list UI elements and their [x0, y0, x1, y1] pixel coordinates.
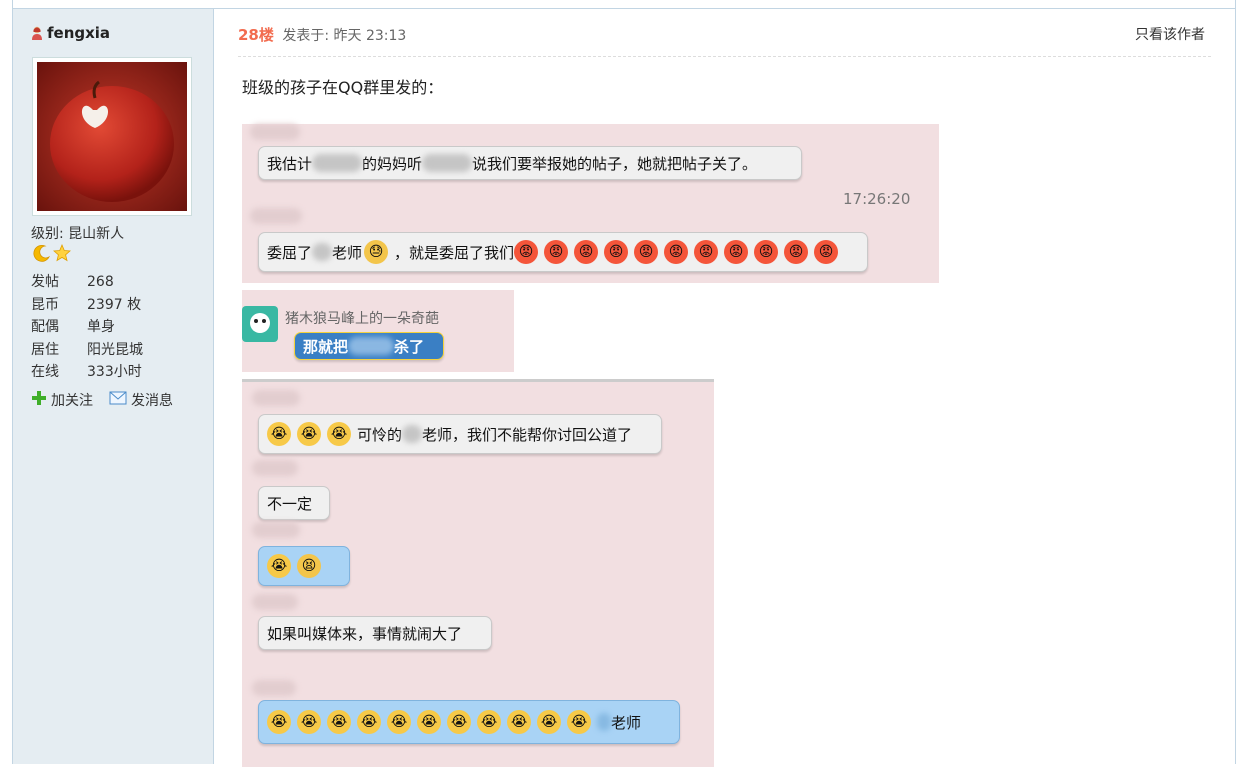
- blurred-name: [597, 713, 611, 731]
- stat-spouse: 配偶 单身: [31, 319, 115, 335]
- post-content-area: 28楼 发表于: 昨天 23:13 只看该作者 班级的孩子在QQ群里发的： 我估…: [214, 9, 1235, 767]
- avatar[interactable]: [32, 57, 192, 216]
- header-divider: [238, 56, 1211, 57]
- only-author-link[interactable]: 只看该作者: [1135, 24, 1205, 44]
- avatar-image: [37, 62, 187, 211]
- author-sidebar: fengxia 级别: 昆山新人 发帖 268 昆币 2397 枚 配偶 单身 …: [13, 9, 214, 764]
- crying-emoji-icon: 😭: [267, 710, 291, 734]
- user-level: 级别: 昆山新人: [31, 226, 125, 242]
- sender-avatar: [242, 306, 278, 342]
- chat-sender-name: 猪木狼马峰上的一朵奇葩: [285, 311, 439, 327]
- angry-emoji-icon: 😡: [754, 240, 779, 264]
- crying-emoji-icon: 😭: [297, 422, 321, 446]
- chat-message: 那就把 杀了: [294, 332, 444, 360]
- chat-message: 不一定: [258, 486, 330, 520]
- stat-posts: 发帖 268: [31, 274, 114, 290]
- angry-emoji-icon: 😡: [784, 240, 809, 264]
- floor-number[interactable]: 28楼: [238, 26, 274, 44]
- envelope-icon: [109, 391, 127, 409]
- crying-emoji-icon: 😭: [267, 554, 291, 578]
- chat-screenshot-1: 我估计 的妈妈听 说我们要举报她的帖子，她就把帖子关了。 17:26:20 委屈…: [242, 124, 939, 283]
- author-name[interactable]: fengxia: [47, 24, 110, 42]
- chat-screenshot-3: 😭 😭 😭 可怜的 老师，我们不能帮你讨回公道了 不一定 😭 😫 如果叫媒体来，…: [242, 379, 714, 767]
- stat-location: 居住 阳光昆城: [31, 341, 143, 358]
- crying-emoji-icon: 😭: [327, 710, 351, 734]
- blurred-name: [312, 243, 333, 261]
- crying-emoji-icon: 😭: [537, 710, 561, 734]
- angry-emoji-icon: 😡: [724, 240, 749, 264]
- send-message-button[interactable]: 发消息: [109, 390, 173, 410]
- crying-emoji-icon: 😭: [507, 710, 531, 734]
- sender-name-blurred: [252, 594, 298, 610]
- author-name-row: fengxia: [31, 24, 110, 42]
- crying-emoji-icon: 😭: [567, 710, 591, 734]
- sender-name-blurred: [252, 522, 300, 538]
- level-badges: [33, 243, 71, 266]
- angry-emoji-icon: 😡: [664, 240, 689, 264]
- crying-emoji-icon: 😭: [447, 710, 471, 734]
- angry-emoji-icon: 😡: [544, 240, 569, 264]
- sweat-emoji-icon: 😓: [364, 240, 389, 264]
- chat-message: 我估计 的妈妈听 说我们要举报她的帖子，她就把帖子关了。: [258, 146, 802, 180]
- sender-name-blurred: [252, 460, 298, 476]
- star-icon: [53, 243, 71, 266]
- user-actions: 加关注 发消息: [31, 390, 173, 410]
- post-time: 发表于: 昨天 23:13: [282, 28, 407, 44]
- chat-message: 😭 😭 😭 😭 😭 😭 😭 😭 😭 😭 😭 老师: [258, 700, 680, 744]
- stat-online: 在线 333小时: [31, 364, 142, 380]
- crying-emoji-icon: 😭: [327, 422, 351, 446]
- blurred-name: [312, 154, 363, 172]
- plus-icon: [31, 390, 47, 410]
- angry-emoji-icon: 😡: [514, 240, 539, 264]
- user-female-icon: [31, 26, 43, 40]
- crying-emoji-icon: 😭: [267, 422, 291, 446]
- sender-name-blurred: [250, 124, 300, 140]
- angry-emoji-icon: 😡: [814, 240, 839, 264]
- angry-emoji-icon: 😡: [574, 240, 599, 264]
- post-intro-text: 班级的孩子在QQ群里发的：: [242, 78, 444, 97]
- sender-name-blurred: [252, 680, 296, 696]
- crying-emoji-icon: 😭: [477, 710, 501, 734]
- blurred-name: [402, 425, 423, 443]
- angry-emoji-icon: 😡: [634, 240, 659, 264]
- message-timestamp: 17:26:20: [843, 190, 911, 208]
- stat-coins: 昆币 2397 枚: [31, 296, 142, 313]
- crying-emoji-icon: 😭: [417, 710, 441, 734]
- chat-message: 😭 😭 😭 可怜的 老师，我们不能帮你讨回公道了: [258, 414, 662, 454]
- frame-border-right: [1235, 0, 1236, 764]
- moon-icon: [33, 244, 51, 266]
- crying-emoji-icon: 😭: [387, 710, 411, 734]
- crying-emoji-icon: 😭: [357, 710, 381, 734]
- chat-message: 😭 😫: [258, 546, 350, 586]
- blurred-name: [348, 337, 395, 355]
- chat-message: 委屈了 老师 😓 ，就是委屈了我们 😡 😡 😡 😡 😡 😡 😡 😡 😡 😡 😡: [258, 232, 868, 272]
- sleepy-emoji-icon: 😫: [297, 554, 321, 578]
- blurred-name: [422, 154, 473, 172]
- angry-emoji-icon: 😡: [604, 240, 629, 264]
- follow-button[interactable]: 加关注: [31, 390, 93, 410]
- user-stats: 发帖 268 昆币 2397 枚 配偶 单身 居住 阳光昆城 在线 333小时: [31, 271, 143, 384]
- post-header: 28楼 发表于: 昨天 23:13: [238, 24, 406, 45]
- chat-screenshot-2: 猪木狼马峰上的一朵奇葩 那就把 杀了: [242, 290, 514, 372]
- chat-message: 如果叫媒体来，事情就闹大了: [258, 616, 492, 650]
- crying-emoji-icon: 😭: [297, 710, 321, 734]
- sender-name-blurred: [252, 390, 300, 406]
- sender-name-blurred: [250, 208, 302, 224]
- angry-emoji-icon: 😡: [694, 240, 719, 264]
